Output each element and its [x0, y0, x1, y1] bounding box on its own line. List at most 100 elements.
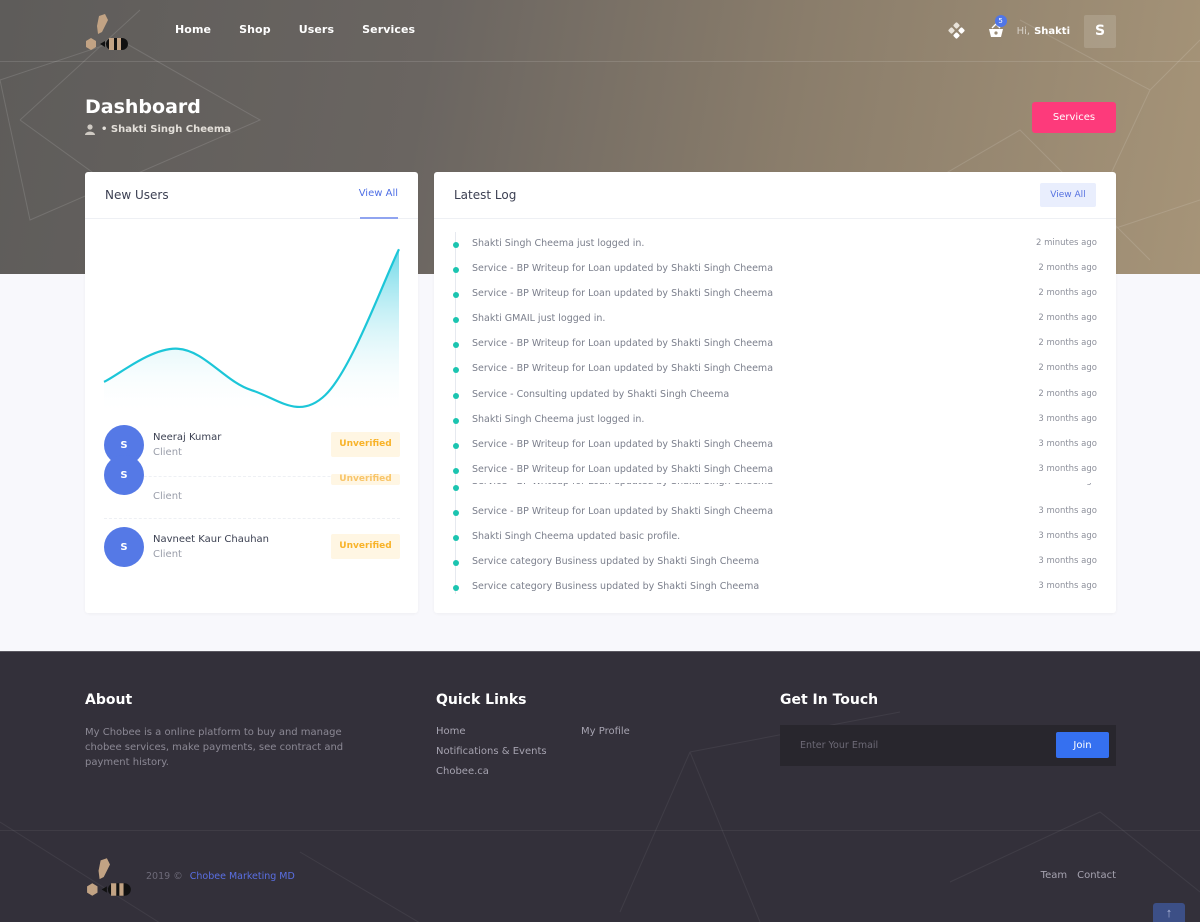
user-name: Navneet Kaur Chauhan	[153, 534, 269, 545]
user-name: Neeraj Kumar	[153, 432, 222, 443]
latest-log-card: Latest Log View All Shakti Singh Cheema …	[434, 172, 1116, 613]
footer-link-notifications[interactable]: Notifications & Events	[436, 746, 547, 757]
log-items: Shakti Singh Cheema just logged in. 2 min…	[453, 232, 1097, 594]
timeline-dot-icon	[453, 267, 459, 274]
log-time: 3 months ago	[1038, 581, 1097, 592]
main-nav: Home Shop Users Services	[175, 23, 443, 36]
footer-divider	[0, 830, 1200, 831]
log-time: 2 minutes ago	[1035, 238, 1097, 248]
services-button[interactable]: Services	[1032, 102, 1116, 133]
new-users-header: New Users View All	[85, 172, 418, 219]
copyright-year: 2019 ©	[146, 871, 183, 882]
log-item: Shakti Singh Cheema updated basic profil…	[453, 525, 1097, 550]
user-icon	[85, 124, 95, 135]
latest-log-header: Latest Log View All	[434, 172, 1116, 219]
new-users-list: S Neeraj Kumar Client Unverified S Clien…	[104, 417, 400, 579]
log-time: 2 months ago	[1038, 388, 1097, 399]
log-text: Shakti Singh Cheema updated basic profil…	[472, 531, 681, 543]
footer-link-contact[interactable]: Contact	[1077, 870, 1116, 881]
log-text: Shakti Singh Cheema just logged in.	[472, 238, 645, 249]
log-time: 3 months ago	[1038, 483, 1097, 486]
new-users-card: New Users View All S Neeraj Kumar Client…	[85, 172, 418, 613]
timeline-dot-icon	[453, 535, 459, 542]
log-text: Service - BP Writeup for Loan updated by…	[472, 463, 774, 475]
join-button[interactable]: Join	[1056, 732, 1109, 758]
timeline-dot-icon	[453, 467, 459, 474]
footer-link-chobee[interactable]: Chobee.ca	[436, 766, 489, 777]
apps-grid-icon[interactable]	[947, 21, 965, 40]
back-to-top-button[interactable]: ↑	[1153, 903, 1185, 922]
log-item: Service - Consulting updated by Shakti S…	[453, 383, 1097, 408]
footer-about-title: About	[85, 692, 133, 708]
log-item: Service - BP Writeup for Loan updated by…	[453, 500, 1097, 525]
log-time: 3 months ago	[1038, 556, 1097, 567]
user-avatar-initial: S	[104, 455, 144, 495]
log-time: 2 months ago	[1038, 313, 1097, 324]
footer-link-my-profile[interactable]: My Profile	[581, 726, 630, 737]
latest-log-title: Latest Log	[454, 188, 517, 202]
footer-quick-links-title: Quick Links	[436, 692, 527, 708]
breadcrumb-user[interactable]: • Shakti Singh Cheema	[101, 124, 231, 135]
log-time: 3 months ago	[1038, 505, 1097, 516]
log-item: Service category Business updated by Sha…	[453, 550, 1097, 575]
timeline-dot-icon	[453, 342, 459, 349]
nav-home[interactable]: Home	[175, 23, 211, 36]
chobee-logo[interactable]	[84, 12, 132, 52]
brand-link[interactable]: Chobee Marketing MD	[190, 871, 295, 882]
new-users-view-all-link[interactable]: View All	[359, 188, 398, 199]
timeline-dot-icon	[453, 292, 459, 299]
footer-bottom-links: Team Contact	[1041, 870, 1116, 881]
log-item: Service - BP Writeup for Loan updated by…	[453, 332, 1097, 357]
user-area: 5 Hi, Shakti S	[947, 14, 1116, 48]
timeline-dot-icon	[453, 442, 459, 449]
latest-log-view-all-button[interactable]: View All	[1040, 183, 1096, 207]
log-text: Service category Business updated by Sha…	[472, 556, 760, 568]
user-list-item[interactable]: S Neeraj Kumar Client Unverified	[104, 417, 400, 477]
log-time: 3 months ago	[1038, 413, 1097, 424]
footer-link-home[interactable]: Home	[436, 726, 466, 737]
log-item: Shakti Singh Cheema just logged in. 3 mon…	[453, 408, 1097, 433]
nav-services[interactable]: Services	[362, 23, 415, 36]
nav-users[interactable]: Users	[299, 23, 334, 36]
log-time: 2 months ago	[1038, 263, 1097, 274]
log-time: 3 months ago	[1038, 463, 1097, 474]
log-time: 3 months ago	[1038, 531, 1097, 542]
footer-about-text: My Chobee is a online platform to buy an…	[85, 727, 344, 768]
timeline-dot-icon	[453, 560, 459, 567]
user-role: Client	[153, 447, 182, 458]
greeting-text: Hi,	[1016, 25, 1031, 37]
log-text: Service - BP Writeup for Loan updated by…	[472, 263, 774, 275]
log-item: Service - BP Writeup for Loan updated by…	[453, 357, 1097, 382]
user-role: Client	[153, 549, 182, 560]
breadcrumb: • Shakti Singh Cheema	[85, 124, 231, 135]
log-timeline[interactable]: Shakti Singh Cheema just logged in. 2 min…	[453, 232, 1097, 594]
log-text: Shakti GMAIL just logged in.	[472, 313, 606, 325]
copyright: 2019 © Chobee Marketing MD	[146, 871, 295, 882]
top-navbar: Home Shop Users Services 5 Hi, Shakti S	[0, 0, 1200, 62]
log-time: 2 months ago	[1038, 288, 1097, 299]
chobee-footer-logo[interactable]	[85, 855, 135, 899]
email-input[interactable]	[780, 725, 1050, 766]
log-text: Service - BP Writeup for Loan updated by…	[472, 338, 774, 350]
nav-shop[interactable]: Shop	[239, 23, 271, 36]
log-item: Service - BP Writeup for Loan updated by…	[453, 257, 1097, 282]
log-item: Shakti GMAIL just logged in. 2 months ago	[453, 307, 1097, 332]
view-all-underline	[360, 217, 398, 219]
log-text: Service - BP Writeup for Loan updated by…	[472, 363, 774, 375]
page-title: Dashboard	[85, 96, 201, 118]
timeline-dot-icon	[453, 585, 459, 592]
log-item: Service - BP Writeup for Loan updated by…	[453, 458, 1097, 483]
timeline-dot-icon	[453, 417, 459, 424]
log-text: Service - BP Writeup for Loan updated by…	[472, 483, 773, 487]
cart-button[interactable]: 5	[987, 15, 1007, 40]
footer-link-team[interactable]: Team	[1041, 870, 1067, 881]
log-item: Service - BP Writeup for Loan updated by…	[453, 282, 1097, 307]
new-users-title: New Users	[105, 188, 169, 202]
log-text: Service category Business updated by Sha…	[472, 581, 760, 593]
user-avatar[interactable]: S	[1084, 14, 1116, 48]
log-time: 2 months ago	[1038, 338, 1097, 349]
cart-count-badge: 5	[994, 15, 1007, 27]
user-list-item[interactable]: S Navneet Kaur Chauhan Client Unverified	[104, 519, 400, 579]
log-item: Service - BP Writeup for Loan updated by…	[453, 483, 1097, 500]
user-list-item[interactable]: S Client Unverified	[104, 455, 400, 519]
